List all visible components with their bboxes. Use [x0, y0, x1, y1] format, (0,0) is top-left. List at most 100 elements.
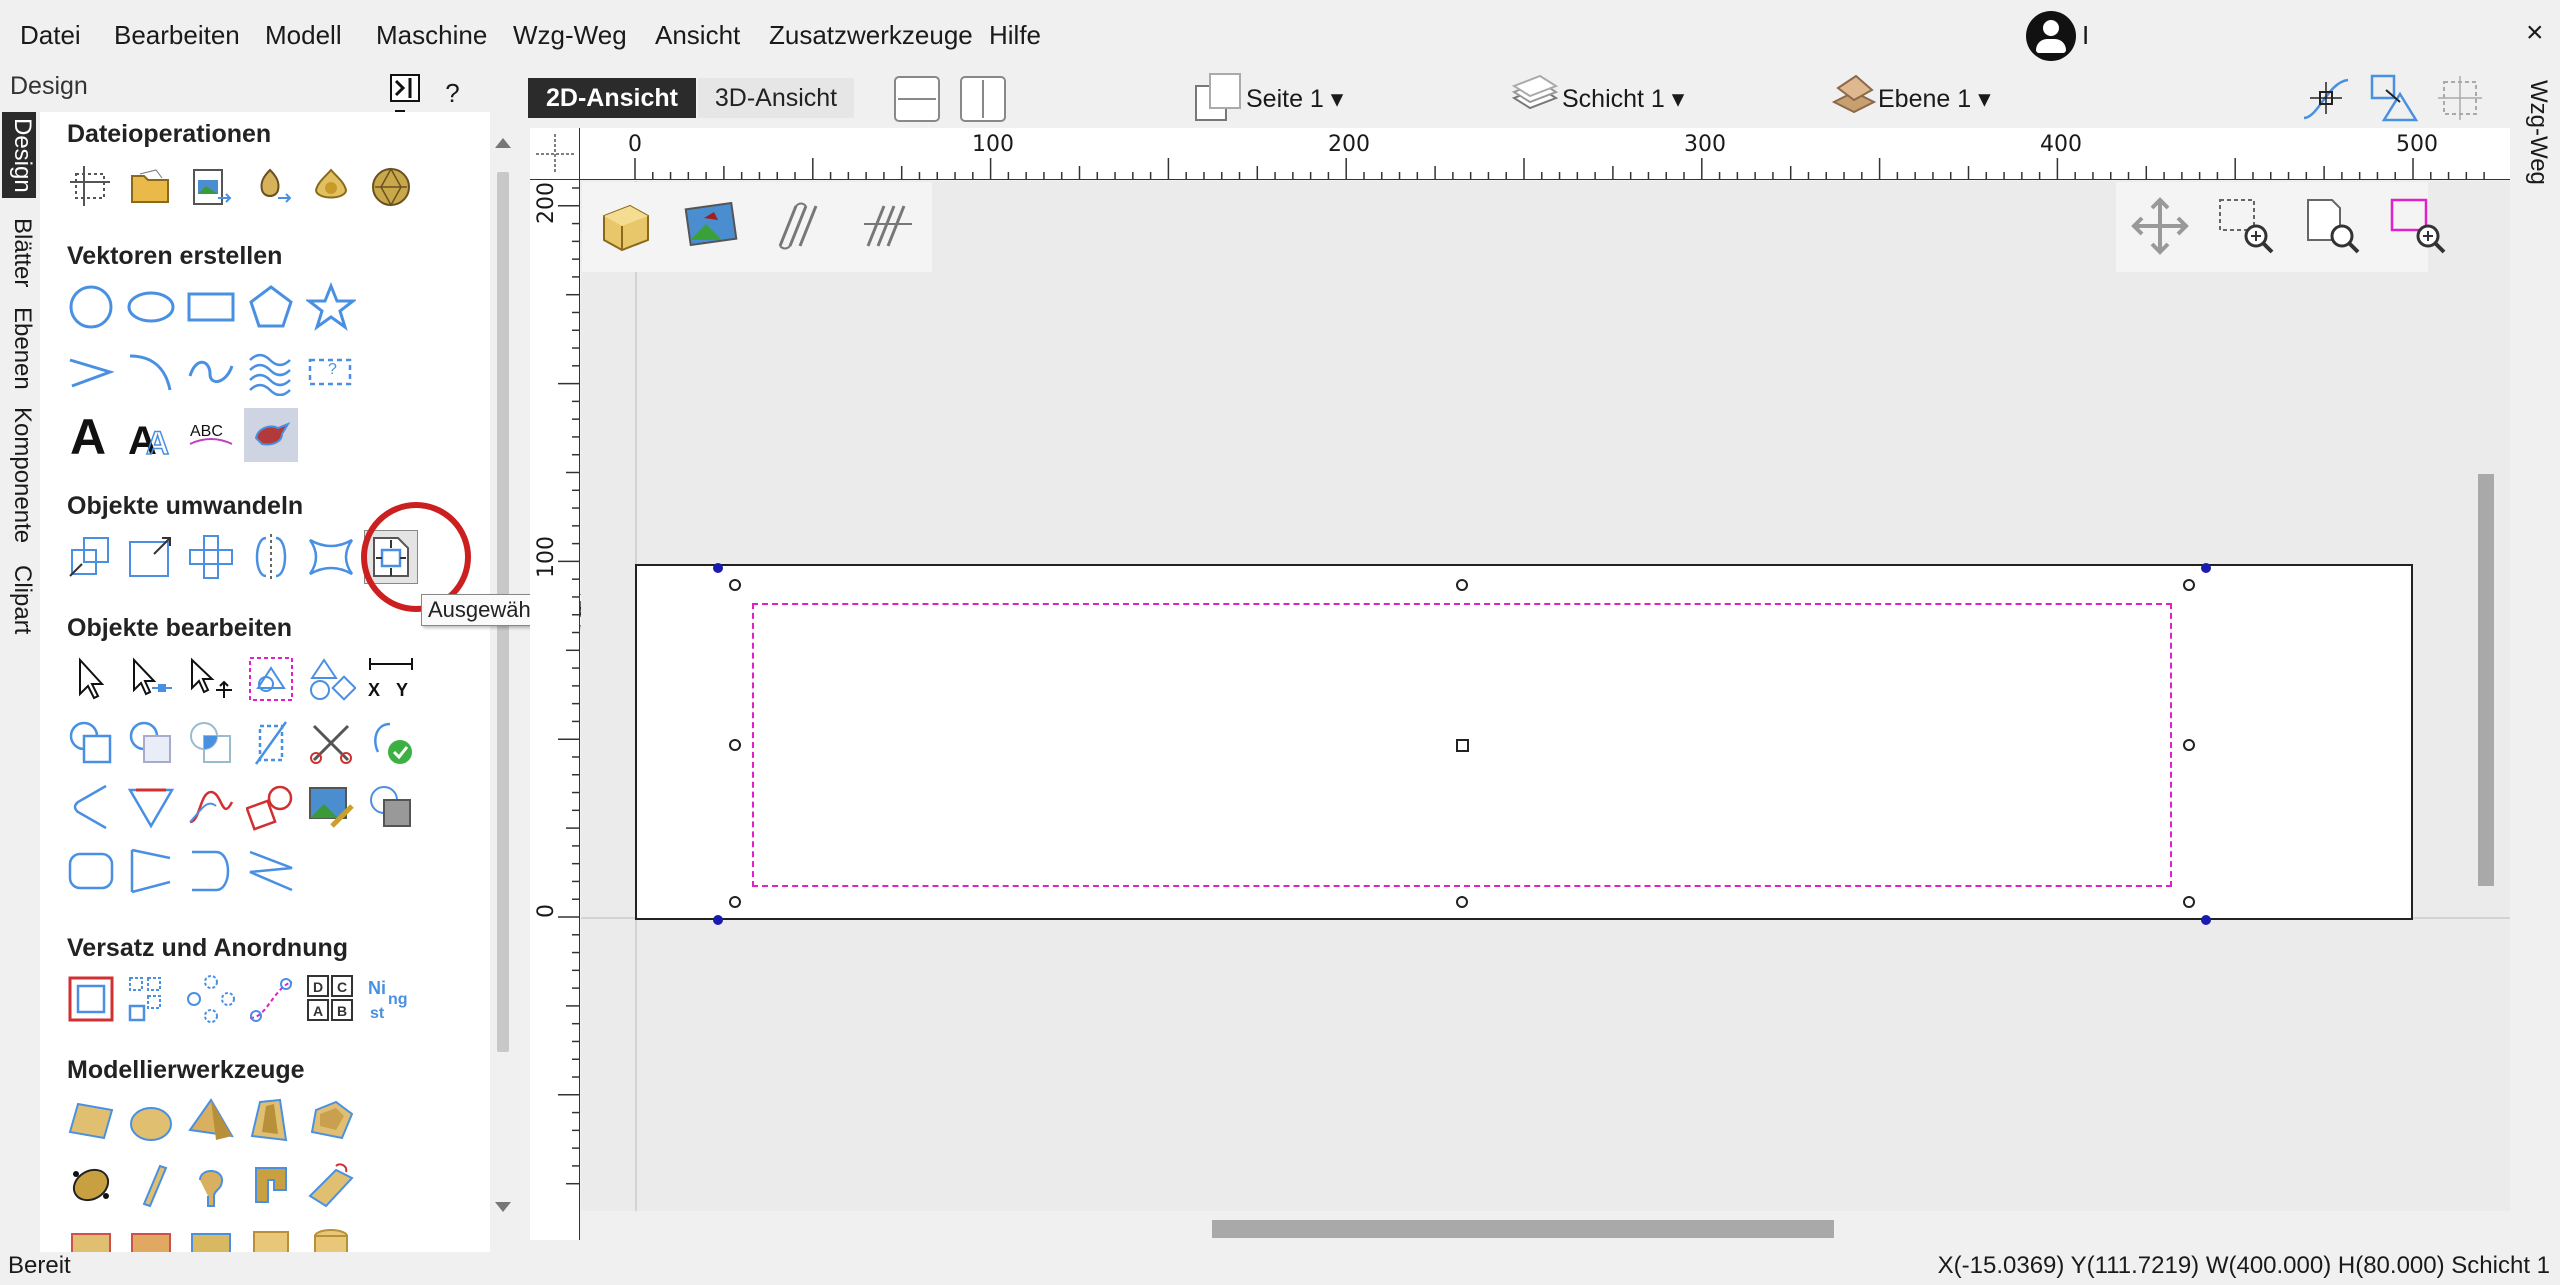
import-vector-icon[interactable]: [244, 160, 298, 214]
bitmap-trace-icon[interactable]: [244, 408, 298, 462]
scale-handle[interactable]: [2183, 579, 2195, 591]
array-copy-icon[interactable]: [124, 972, 178, 1026]
offset-icon[interactable]: [64, 972, 118, 1026]
tab-3d-view[interactable]: 3D-Ansicht: [698, 78, 854, 118]
polyline-icon[interactable]: [64, 344, 118, 398]
polygon-icon[interactable]: [244, 280, 298, 334]
user-avatar-icon[interactable]: [2026, 11, 2076, 61]
move-transform-icon[interactable]: [64, 530, 118, 584]
page-dropdown[interactable]: Seite 1 ▾: [1246, 84, 1343, 114]
nest-shapes-icon[interactable]: [244, 780, 298, 834]
menu-maschine[interactable]: Maschine: [376, 20, 487, 51]
fillet-icon[interactable]: [64, 780, 118, 834]
tab-komponente[interactable]: Komponente: [2, 398, 36, 552]
tab-blaetter[interactable]: Blätter: [2, 206, 36, 300]
scale-icon[interactable]: [124, 530, 178, 584]
vertical-scrollbar[interactable]: [2478, 474, 2494, 886]
scale-handle[interactable]: [1456, 896, 1468, 908]
corner-handle[interactable]: [2201, 563, 2211, 573]
pyramid-shape-icon[interactable]: [184, 1094, 238, 1148]
node-edit-icon[interactable]: [124, 652, 178, 706]
smooth-sculpt-icon[interactable]: [304, 1158, 358, 1212]
transform-select-icon[interactable]: [184, 652, 238, 706]
measure-xy-icon[interactable]: XY: [364, 652, 418, 706]
scale-handle[interactable]: [729, 579, 741, 591]
circle-icon[interactable]: [64, 280, 118, 334]
tab-wzg-weg[interactable]: Wzg-Weg: [2512, 72, 2552, 192]
import-component-icon[interactable]: [304, 160, 358, 214]
chamfer-icon[interactable]: [124, 780, 178, 834]
intersect-icon[interactable]: [184, 716, 238, 770]
dimension-icon[interactable]: ?: [304, 344, 358, 398]
copy-along-vector-icon[interactable]: [244, 972, 298, 1026]
sweep-shape-icon[interactable]: [244, 1094, 298, 1148]
rounded-rectangle-icon[interactable]: [64, 844, 118, 898]
scale-handle[interactable]: [2183, 739, 2195, 751]
star-icon[interactable]: [304, 280, 358, 334]
text-icon[interactable]: A: [64, 408, 118, 462]
help-icon[interactable]: ?: [445, 78, 459, 109]
scroll-down-icon[interactable]: [492, 1198, 514, 1218]
menu-zusatzwerkzeuge[interactable]: Zusatzwerkzeuge: [769, 20, 973, 51]
menu-bearbeiten[interactable]: Bearbeiten: [114, 20, 240, 51]
bitmap-image-icon[interactable]: [682, 196, 742, 256]
scissors-icon[interactable]: [304, 716, 358, 770]
ellipse-icon[interactable]: [124, 280, 178, 334]
sculpt-icon[interactable]: [64, 1158, 118, 1212]
close-vectors-icon[interactable]: [364, 716, 418, 770]
tab-ebenen[interactable]: Ebenen: [2, 300, 36, 396]
extend-vector-icon[interactable]: [124, 844, 178, 898]
edit-bitmap-icon[interactable]: [304, 780, 358, 834]
extrude-shape-icon[interactable]: [304, 1094, 358, 1148]
mask-relief-icon[interactable]: [184, 1222, 238, 1252]
text-on-curve-icon[interactable]: ABC: [184, 408, 238, 462]
snap-grid-icon[interactable]: [2434, 72, 2490, 124]
collapse-panel-icon[interactable]: [390, 74, 420, 109]
job-setup-icon[interactable]: [64, 160, 118, 214]
nesting-abcd-icon[interactable]: DCAB: [304, 972, 358, 1026]
rotate-icon[interactable]: [184, 530, 238, 584]
select-pointer-icon[interactable]: [64, 652, 118, 706]
corner-handle[interactable]: [713, 563, 723, 573]
two-rail-sweep-icon[interactable]: [124, 1158, 178, 1212]
menu-hilfe[interactable]: Hilfe: [989, 20, 1041, 51]
component-box-icon[interactable]: [244, 1222, 298, 1252]
import-bitmap-icon[interactable]: [184, 160, 238, 214]
menu-datei[interactable]: Datei: [20, 20, 81, 51]
tab-design[interactable]: Design: [2, 112, 36, 198]
palette-scrollbar[interactable]: [492, 112, 514, 1252]
curve-icon[interactable]: [184, 344, 238, 398]
toolpath-icon[interactable]: [770, 196, 830, 256]
level-dropdown[interactable]: Ebene 1 ▾: [1878, 84, 1991, 114]
horizontal-scrollbar[interactable]: [1212, 1220, 1834, 1238]
snap-objects-icon[interactable]: [2366, 72, 2422, 124]
texture-area-icon[interactable]: [64, 1222, 118, 1252]
corner-handle[interactable]: [713, 915, 723, 925]
pan-icon[interactable]: [2130, 196, 2190, 256]
trim-icon[interactable]: [244, 716, 298, 770]
create-shape-icon[interactable]: [64, 1094, 118, 1148]
tab-clipart[interactable]: Clipart: [2, 556, 36, 644]
snap-icon[interactable]: [2298, 72, 2354, 124]
zoom-page-icon[interactable]: [2302, 196, 2362, 256]
extrude-weave-icon[interactable]: [244, 1158, 298, 1212]
menu-wzg-weg[interactable]: Wzg-Weg: [513, 20, 627, 51]
text-outline-icon[interactable]: AA: [124, 408, 178, 462]
center-handle[interactable]: [1456, 739, 1469, 752]
component-cylinder-icon[interactable]: [304, 1222, 358, 1252]
auto-nest-icon[interactable]: Ni ng st: [364, 972, 418, 1026]
join-vectors-icon[interactable]: [244, 844, 298, 898]
corner-handle[interactable]: [2201, 915, 2211, 925]
scroll-up-icon[interactable]: [492, 132, 514, 152]
material-block-icon[interactable]: [596, 196, 656, 256]
bitmap-mask-icon[interactable]: [364, 780, 418, 834]
arc-icon[interactable]: [124, 344, 178, 398]
scale-handle[interactable]: [729, 896, 741, 908]
fade-object-icon[interactable]: [124, 1222, 178, 1252]
mirror-icon[interactable]: [244, 530, 298, 584]
arc-fit-icon[interactable]: [184, 844, 238, 898]
weld-icon[interactable]: [64, 716, 118, 770]
smooth-curve-icon[interactable]: [184, 780, 238, 834]
menu-ansicht[interactable]: Ansicht: [655, 20, 740, 51]
open-folder-icon[interactable]: [124, 160, 178, 214]
